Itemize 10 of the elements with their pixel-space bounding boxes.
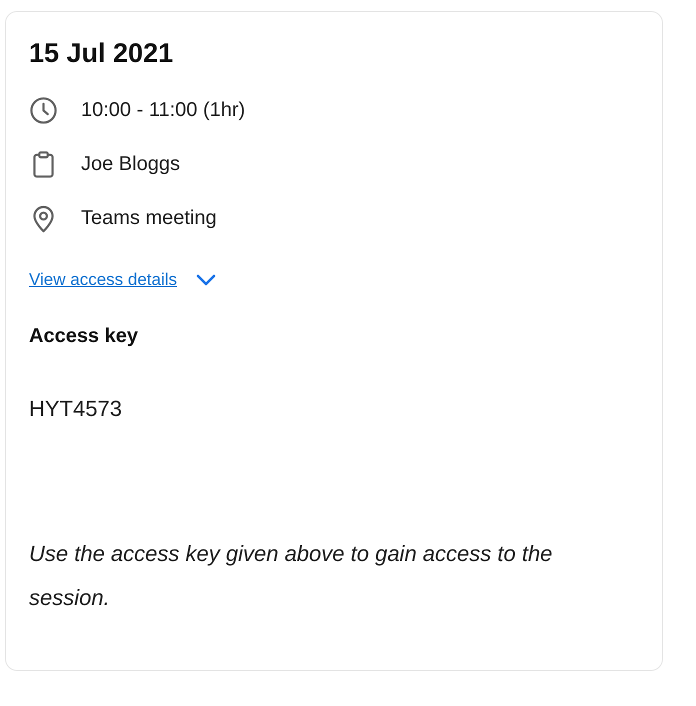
event-date: 15 Jul 2021 (29, 37, 174, 70)
view-access-details-link[interactable]: View access details (29, 268, 178, 292)
access-key-heading: Access key (29, 324, 139, 349)
chevron-down-icon[interactable] (196, 274, 216, 286)
detail-text: Joe Bloggs (81, 152, 180, 177)
access-key-value: HYT4573 (29, 395, 123, 423)
access-note: Use the access key given above to gain access to the session. (29, 540, 554, 612)
clock-icon (29, 96, 58, 124)
detail-text: Teams meeting (81, 206, 217, 231)
detail-text: 10:00 - 11:00 (1hr) (81, 98, 246, 123)
